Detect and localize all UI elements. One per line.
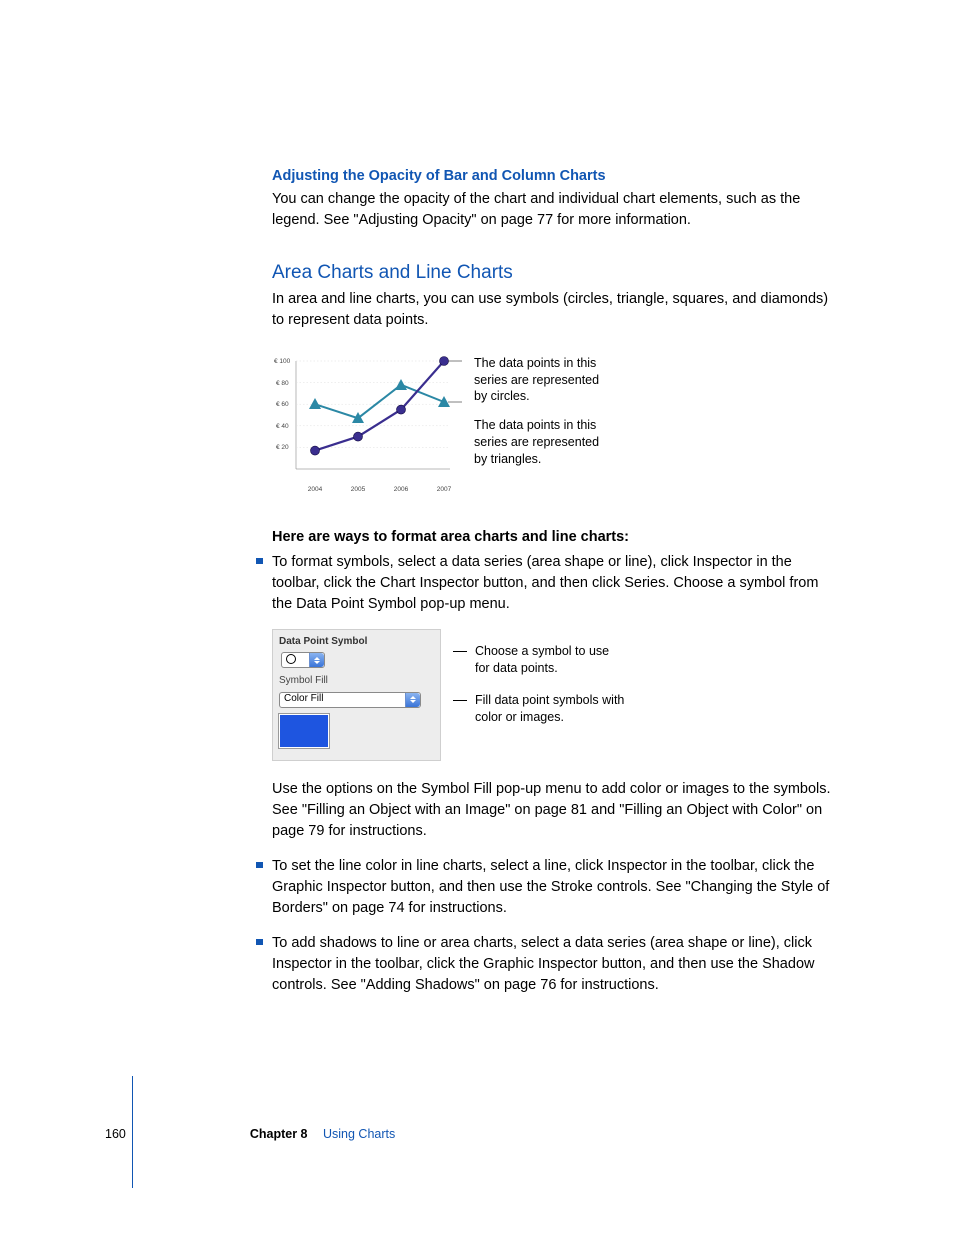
- popup-stepper-icon: [405, 693, 420, 707]
- y-tick-label: € 60: [276, 401, 289, 408]
- x-tick-label: 2007: [437, 486, 452, 493]
- line-chart-figure: € 20 € 40 € 60 € 80 € 100 2004 2005: [272, 349, 842, 501]
- content-column: Adjusting the Opacity of Bar and Column …: [272, 166, 842, 996]
- callout-circles: The data points in this series are repre…: [474, 355, 614, 406]
- list-item: To add shadows to line or area charts, s…: [256, 933, 842, 996]
- y-tick-label: € 40: [276, 423, 289, 430]
- x-tick-label: 2004: [308, 486, 323, 493]
- x-tick-label: 2005: [351, 486, 366, 493]
- y-tick-label: € 80: [276, 380, 289, 387]
- section-heading-area-line: Area Charts and Line Charts: [272, 259, 842, 287]
- para-after-panel: Use the options on the Symbol Fill pop-u…: [272, 779, 842, 842]
- callout-triangles: The data points in this series are repre…: [474, 417, 614, 468]
- instructions-lead: Here are ways to format area charts and …: [272, 527, 842, 548]
- panel-label-symbol: Data Point Symbol: [279, 635, 434, 650]
- color-swatch[interactable]: [279, 714, 329, 748]
- instruction-list: To format symbols, select a data series …: [256, 552, 842, 996]
- line-chart: € 20 € 40 € 60 € 80 € 100 2004 2005: [272, 349, 462, 501]
- para-opacity: You can change the opacity of the chart …: [272, 189, 842, 231]
- inspector-panel-figure: Data Point Symbol Symbol Fill Color Fill: [272, 629, 842, 761]
- x-tick-label: 2006: [394, 486, 409, 493]
- para-area-line-intro: In area and line charts, you can use sym…: [272, 289, 842, 331]
- subheading-opacity: Adjusting the Opacity of Bar and Column …: [272, 166, 842, 187]
- circle-icon: [286, 654, 296, 664]
- y-tick-label: € 20: [276, 444, 289, 451]
- popup-stepper-icon: [309, 653, 324, 667]
- list-item-text: To set the line color in line charts, se…: [272, 858, 829, 916]
- list-item: To format symbols, select a data series …: [256, 552, 842, 842]
- panel-callout-fill: Fill data point symbols with color or im…: [475, 692, 625, 726]
- inspector-panel: Data Point Symbol Symbol Fill Color Fill: [272, 629, 441, 761]
- y-tick-label: € 100: [274, 358, 291, 365]
- line-chart-svg: € 20 € 40 € 60 € 80 € 100 2004 2005: [272, 351, 462, 501]
- chapter-title: Using Charts: [323, 1127, 395, 1141]
- chart-callouts: The data points in this series are repre…: [474, 349, 614, 480]
- chapter-label: Chapter 8: [250, 1127, 308, 1141]
- panel-label-fill: Symbol Fill: [279, 674, 434, 689]
- list-item-text: To add shadows to line or area charts, s…: [272, 935, 814, 993]
- symbol-fill-value: Color Fill: [280, 692, 405, 707]
- page-footer: 160 Chapter 8 Using Charts: [105, 1125, 395, 1143]
- data-point-symbol-popup[interactable]: [281, 652, 325, 668]
- page-number: 160: [105, 1125, 126, 1143]
- list-item-text: To format symbols, select a data series …: [272, 554, 818, 612]
- symbol-fill-popup[interactable]: Color Fill: [279, 692, 421, 708]
- page: Adjusting the Opacity of Bar and Column …: [0, 0, 954, 1235]
- list-item: To set the line color in line charts, se…: [256, 856, 842, 919]
- panel-callout-symbol: Choose a symbol to use for data points.: [475, 643, 625, 677]
- panel-callouts: Choose a symbol to use for data points. …: [453, 629, 625, 745]
